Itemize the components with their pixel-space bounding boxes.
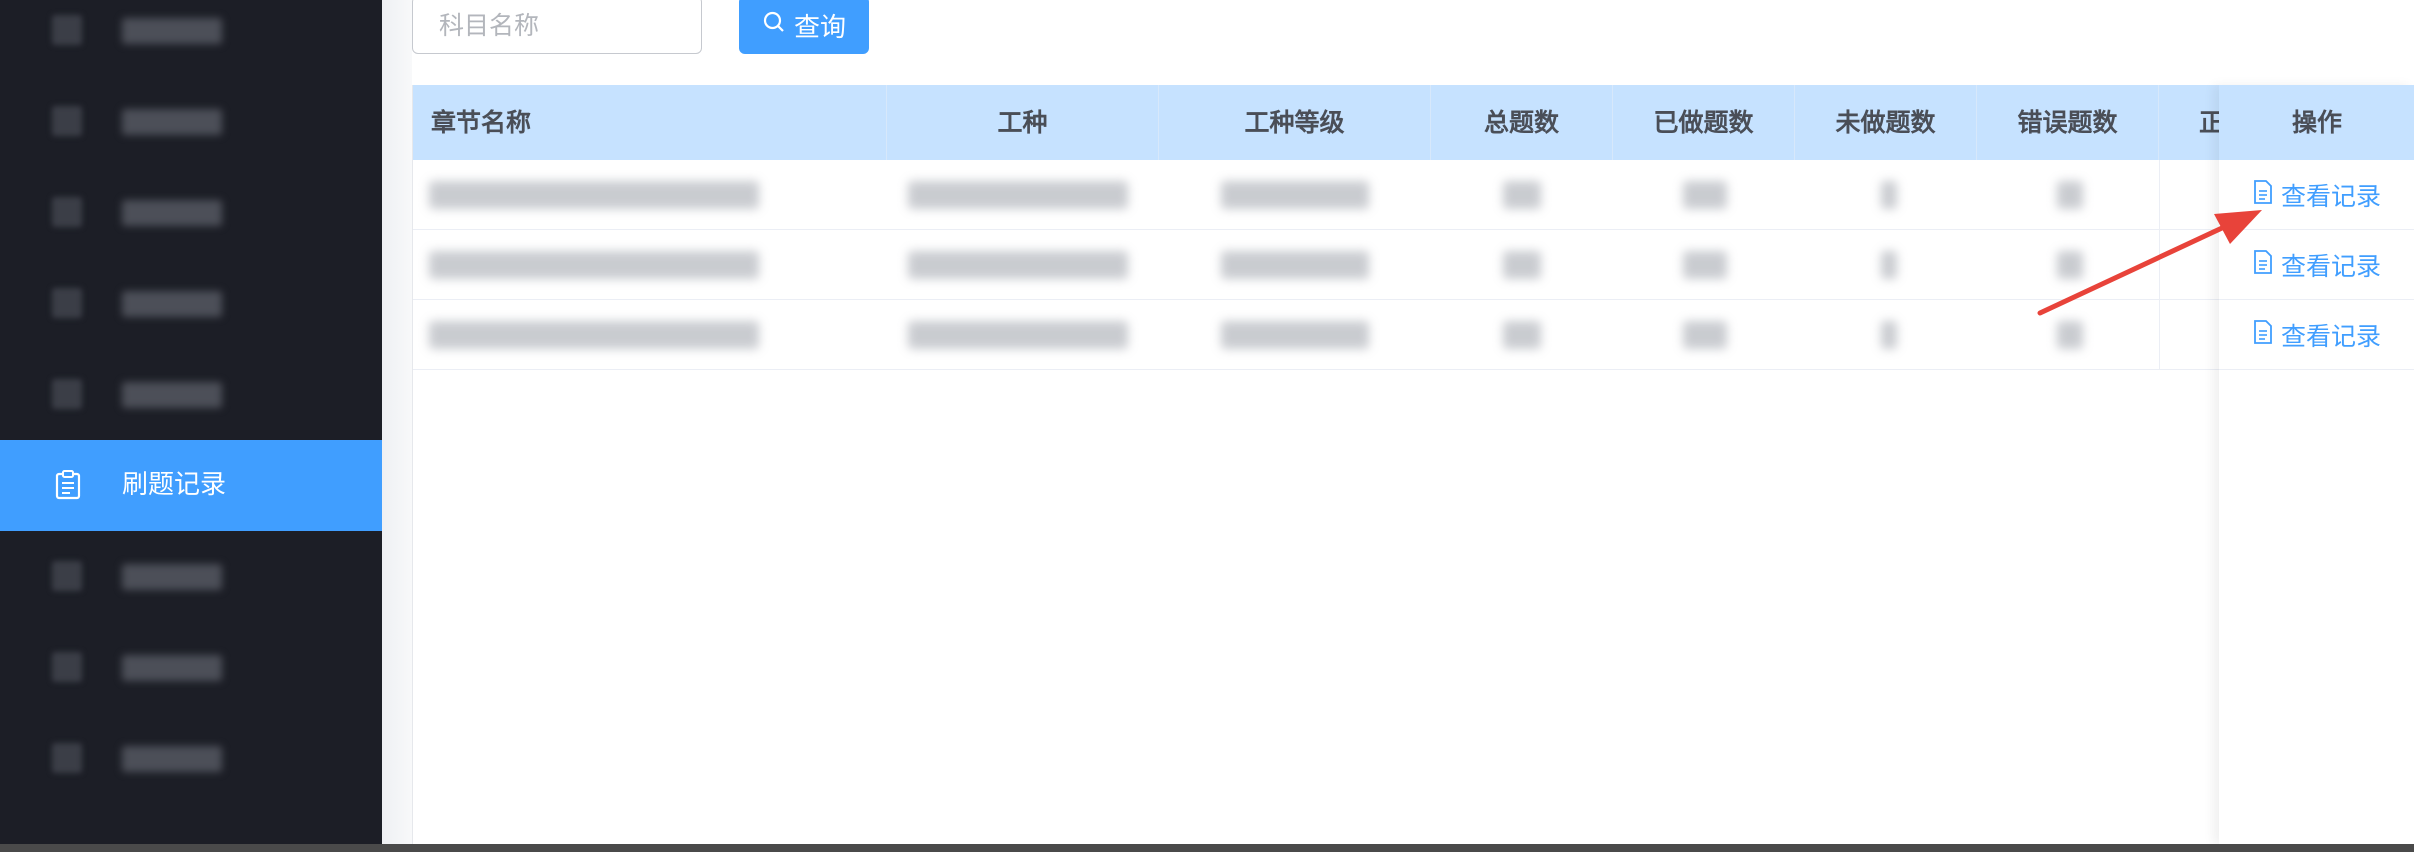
blurred-cell <box>1881 181 1897 209</box>
blurred-cell <box>908 181 1128 209</box>
column-header-job-type: 工种 <box>887 85 1159 160</box>
sidebar-item-7[interactable] <box>0 531 382 622</box>
blurred-cell <box>908 321 1128 349</box>
sidebar-item-4[interactable] <box>0 258 382 349</box>
sidebar-item-3[interactable] <box>0 167 382 258</box>
search-button-label: 查询 <box>793 12 846 43</box>
table-header: 章节名称 工种 工种等级 总题数 已做题数 未做题数 错误题数 <box>413 85 2414 160</box>
view-record-label: 查看记录 <box>2280 251 2381 281</box>
blurred-menu-icon <box>52 197 82 227</box>
view-record-link[interactable]: 查看记录 <box>2219 160 2414 230</box>
blurred-cell <box>1221 251 1369 279</box>
document-icon <box>2253 319 2273 350</box>
blurred-menu-label <box>122 200 222 226</box>
blurred-menu-label <box>122 109 222 135</box>
blurred-menu-icon <box>52 652 82 682</box>
table-row <box>413 300 2414 370</box>
blurred-cell <box>429 321 759 349</box>
blurred-menu-label <box>122 746 222 772</box>
blurred-menu-icon <box>52 379 82 409</box>
bottom-bar <box>0 844 2414 852</box>
column-header-truncated: 正 <box>2199 108 2219 137</box>
blurred-menu-icon <box>52 288 82 318</box>
document-icon <box>2253 179 2273 210</box>
column-header-job-level: 工种等级 <box>1159 85 1431 160</box>
sidebar-item-1[interactable] <box>0 0 382 76</box>
blurred-menu-label <box>122 18 222 44</box>
table-row <box>413 230 2414 300</box>
blurred-menu-label <box>122 655 222 681</box>
blurred-menu-label <box>122 564 222 590</box>
document-icon <box>2253 249 2273 280</box>
sidebar: 刷题记录 <box>0 0 382 844</box>
blurred-cell <box>1221 181 1369 209</box>
column-divider <box>2159 160 2160 370</box>
blurred-cell <box>1221 321 1369 349</box>
search-button[interactable]: 查询 <box>739 0 869 54</box>
blurred-menu-icon <box>52 106 82 136</box>
search-icon <box>762 10 786 41</box>
blurred-cell <box>1503 181 1541 209</box>
table-row <box>413 160 2414 230</box>
view-record-label: 查看记录 <box>2280 181 2381 211</box>
content-edge <box>382 0 412 844</box>
blurred-menu-icon <box>52 15 82 45</box>
sidebar-item-5[interactable] <box>0 349 382 440</box>
column-header-done-questions: 已做题数 <box>1613 85 1795 160</box>
sidebar-item-8[interactable] <box>0 622 382 713</box>
clipboard-icon <box>54 470 82 500</box>
column-header-wrong-questions: 错误题数 <box>1977 85 2159 160</box>
sidebar-item-2[interactable] <box>0 76 382 167</box>
blurred-cell <box>2057 181 2083 209</box>
blurred-cell <box>1503 321 1541 349</box>
blurred-cell <box>2057 251 2083 279</box>
column-header-undone-questions: 未做题数 <box>1795 85 1977 160</box>
blurred-cell <box>908 251 1128 279</box>
sidebar-item-9[interactable] <box>0 713 382 804</box>
column-header-chapter-name: 章节名称 <box>413 85 887 160</box>
blurred-cell <box>1683 251 1727 279</box>
blurred-cell <box>1881 321 1897 349</box>
blurred-cell <box>1683 181 1727 209</box>
view-record-link[interactable]: 查看记录 <box>2219 230 2414 300</box>
view-record-link[interactable]: 查看记录 <box>2219 300 2414 370</box>
blurred-menu-icon <box>52 561 82 591</box>
column-header-total-questions: 总题数 <box>1431 85 1613 160</box>
records-table: 章节名称 工种 工种等级 总题数 已做题数 未做题数 错误题数 正 操作 查看记… <box>412 85 2414 844</box>
subject-name-input[interactable] <box>412 0 702 54</box>
column-header-actions: 操作 <box>2219 85 2414 160</box>
blurred-menu-label <box>122 291 222 317</box>
sidebar-item-label: 刷题记录 <box>122 470 227 500</box>
blurred-cell <box>1683 321 1727 349</box>
blurred-cell <box>429 251 759 279</box>
view-record-label: 查看记录 <box>2280 321 2381 351</box>
blurred-cell <box>1503 251 1541 279</box>
sidebar-item-practice-records[interactable]: 刷题记录 <box>0 440 382 531</box>
fixed-actions-column: 操作 查看记录 查看记录 查看记录 <box>2219 85 2414 844</box>
blurred-menu-label <box>122 382 222 408</box>
blurred-cell <box>429 181 759 209</box>
blurred-cell <box>2057 321 2083 349</box>
blurred-menu-icon <box>52 743 82 773</box>
blurred-cell <box>1881 251 1897 279</box>
